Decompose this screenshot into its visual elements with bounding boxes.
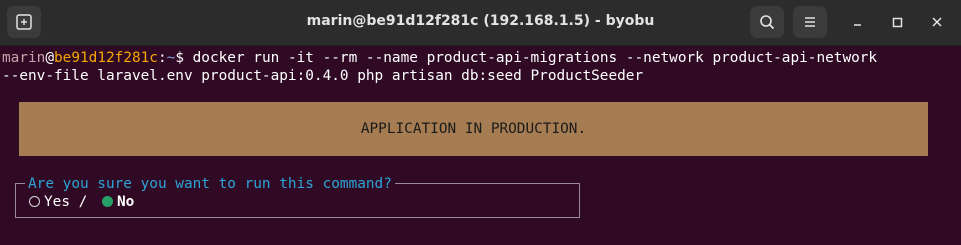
prompt-at: @ [45,50,54,66]
hamburger-menu-icon [805,17,815,27]
command-line-2: --env-file laravel.env product-api:0.4.0… [2,68,644,84]
minimize-button[interactable] [846,11,868,33]
prompt-symbol: $ [175,50,184,66]
option-separator: / [70,194,96,210]
confirm-question: Are you sure you want to run this comman… [25,175,395,193]
command-line-1: marin@be91d12f281c:~$ docker run -it --r… [2,49,877,67]
terminal-window: marin@be91d12f281c (192.168.1.5) - byobu [0,0,961,245]
production-warning-banner: APPLICATION IN PRODUCTION. [19,102,928,156]
minimize-icon [854,24,861,26]
radio-selected-icon [102,196,113,207]
prompt-user: marin [2,50,46,66]
prompt-path: ~ [166,50,176,66]
terminal-output[interactable]: marin@be91d12f281c:~$ docker run -it --r… [0,46,961,245]
search-icon [760,15,775,30]
option-no-label: No [117,194,135,210]
close-icon [932,17,942,27]
command-text-1: docker run -it --rm --name product-api-m… [183,50,878,66]
option-yes[interactable]: Yes [29,194,70,210]
close-button[interactable] [926,11,948,33]
title-bar: marin@be91d12f281c (192.168.1.5) - byobu [0,0,961,46]
maximize-icon [892,17,903,28]
menu-button[interactable] [793,6,827,38]
prompt-separator: : [157,50,167,66]
maximize-button[interactable] [886,11,908,33]
confirm-options: Yes / No [29,193,134,211]
prompt-host: be91d12f281c [54,50,158,66]
radio-unselected-icon [29,196,40,207]
search-button[interactable] [750,6,784,38]
option-no[interactable]: No [96,194,134,210]
option-yes-label: Yes [44,194,70,210]
